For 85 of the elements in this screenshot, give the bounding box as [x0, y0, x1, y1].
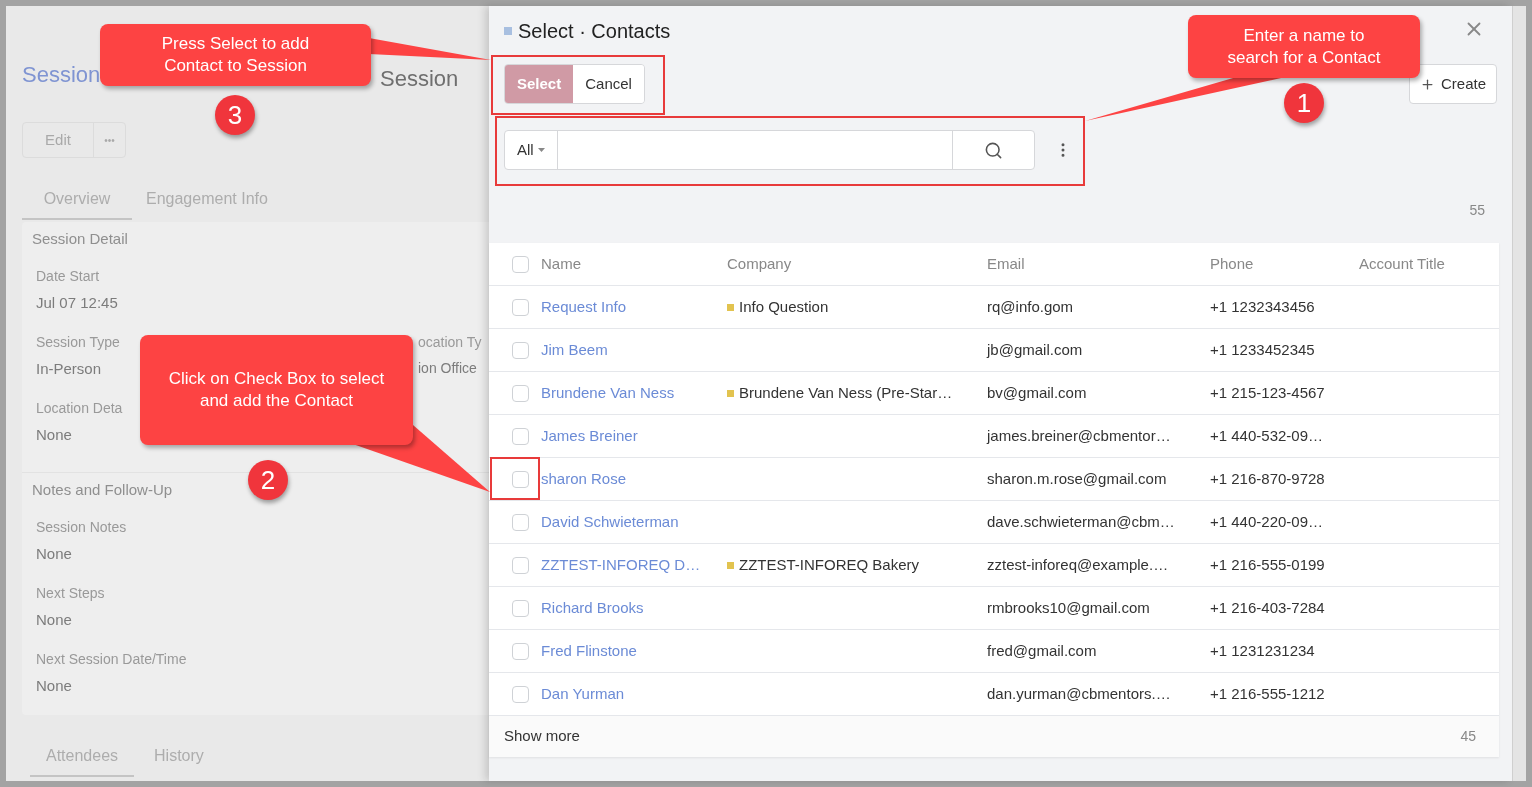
table-cell: dave.schwieterman@cbm…: [987, 513, 1175, 530]
table-cell: bv@gmail.com: [987, 384, 1087, 401]
contact-name-link[interactable]: Richard Brooks: [541, 599, 644, 616]
field-value: None: [36, 425, 72, 445]
field-label: Next Session Date/Time: [36, 650, 187, 669]
field-value: Jul 07 12:45: [36, 293, 118, 313]
field-label: Session Notes: [36, 518, 127, 537]
table-cell: +1 215-123-4567: [1210, 384, 1325, 401]
highlight-frame: [490, 457, 540, 500]
field-label: Location Deta: [36, 399, 123, 418]
tab[interactable]: History: [138, 737, 220, 777]
field-value: None: [36, 676, 72, 696]
contact-name-link[interactable]: James Breiner: [541, 427, 638, 444]
plus-icon: [1419, 76, 1435, 92]
table-cell: +1 216-555-0199: [1210, 556, 1325, 573]
checkbox[interactable]: [511, 341, 529, 359]
checkbox[interactable]: [511, 427, 529, 445]
checkbox[interactable]: [511, 255, 529, 273]
table-cell: +1 1232343456: [1210, 298, 1315, 315]
checkbox[interactable]: [511, 599, 529, 617]
contact-name-link[interactable]: David Schwieterman: [541, 513, 679, 530]
square-icon: [504, 27, 512, 35]
table-cell: dan.yurman@cbmentors.…: [987, 685, 1171, 702]
column-header[interactable]: Phone: [1210, 252, 1359, 276]
table-cell: zztest-inforeq@example.…: [987, 556, 1169, 573]
field-value: In-Person: [36, 359, 102, 379]
table-cell: +1 440-220-09…: [1210, 513, 1323, 530]
column-header[interactable]: Company: [727, 252, 987, 276]
contact-name-link[interactable]: Fred Flinstone: [541, 642, 637, 659]
contact-name-link[interactable]: sharon Rose: [541, 470, 627, 487]
callout-text: Press Select to add Contact to Session: [100, 24, 371, 86]
table-cell: +1 1231231234: [1210, 642, 1315, 659]
table-cell: +1 216-870-9728: [1210, 470, 1325, 487]
table-cell-text: Info Question: [739, 296, 829, 317]
field-label: Next Steps: [36, 584, 105, 603]
checkbox[interactable]: [511, 685, 529, 703]
table-cell-text: ZZTEST-INFOREQ Bakery: [739, 554, 919, 575]
tab[interactable]: Overview: [22, 180, 132, 220]
contact-name-link[interactable]: Brundene Van Ness: [541, 384, 675, 401]
checkbox[interactable]: [511, 513, 529, 531]
table-cell: rmbrooks10@gmail.com: [987, 599, 1150, 616]
column-header[interactable]: Email: [987, 252, 1210, 276]
contact-name-link[interactable]: Dan Yurman: [541, 685, 625, 702]
column-header[interactable]: Name: [541, 252, 727, 276]
table-cell: sharon.m.rose@gmail.com: [987, 470, 1167, 487]
field-label: ocation Ty: [418, 333, 482, 352]
table-cell: +1 440-532-09…: [1210, 427, 1323, 444]
section-title: Session Detail: [32, 229, 128, 249]
checkbox[interactable]: [511, 556, 529, 574]
select-button[interactable]: Select: [505, 65, 574, 103]
create-button[interactable]: Create: [1408, 64, 1497, 104]
field-label: Date Start: [36, 267, 100, 286]
table-cell: +1 216-403-7284: [1210, 599, 1325, 616]
tab[interactable]: Attendees: [30, 737, 135, 777]
callout-text: Enter a name to search for a Contact: [1188, 15, 1420, 78]
checkbox[interactable]: [511, 470, 529, 488]
contact-name-link[interactable]: ZZTEST-INFOREQ D…: [541, 556, 701, 573]
contact-name-link[interactable]: Jim Beem: [541, 341, 608, 358]
more-button[interactable]: •••: [93, 123, 125, 157]
table-cell: fred@gmail.com: [987, 642, 1097, 659]
page-title: Session: [380, 64, 459, 93]
field-value: None: [36, 610, 72, 630]
contact-name-link[interactable]: Request Info: [541, 298, 627, 315]
show-more-button[interactable]: Show more: [504, 725, 580, 748]
column-header[interactable]: Account Title: [1359, 252, 1499, 276]
table-cell-text: Brundene Van Ness (Pre-Star…: [739, 382, 953, 403]
checkbox[interactable]: [511, 384, 529, 402]
section-title: Notes and Follow-Up: [32, 480, 173, 500]
field-value: ion Office: [418, 359, 477, 378]
drawer-title: Select · Contacts: [518, 19, 671, 44]
page-title: Session: [22, 61, 101, 87]
edit-button[interactable]: Edit: [23, 123, 93, 157]
table-cell: james.breiner@cbmentor…: [987, 427, 1171, 444]
checkbox[interactable]: [511, 298, 529, 316]
cancel-button[interactable]: Cancel: [573, 65, 644, 103]
record-count: 45: [1460, 727, 1477, 746]
table-cell: +1 1233452345: [1210, 341, 1315, 358]
tab[interactable]: Engagement Info: [136, 180, 278, 220]
record-count: 55: [1469, 201, 1485, 220]
table-cell: jb@gmail.com: [987, 341, 1083, 358]
field-label: Session Type: [36, 333, 120, 352]
checkbox[interactable]: [511, 642, 529, 660]
field-value: None: [36, 544, 72, 564]
table-cell: rq@info.gom: [987, 298, 1074, 315]
table-cell: +1 216-555-1212: [1210, 685, 1325, 702]
